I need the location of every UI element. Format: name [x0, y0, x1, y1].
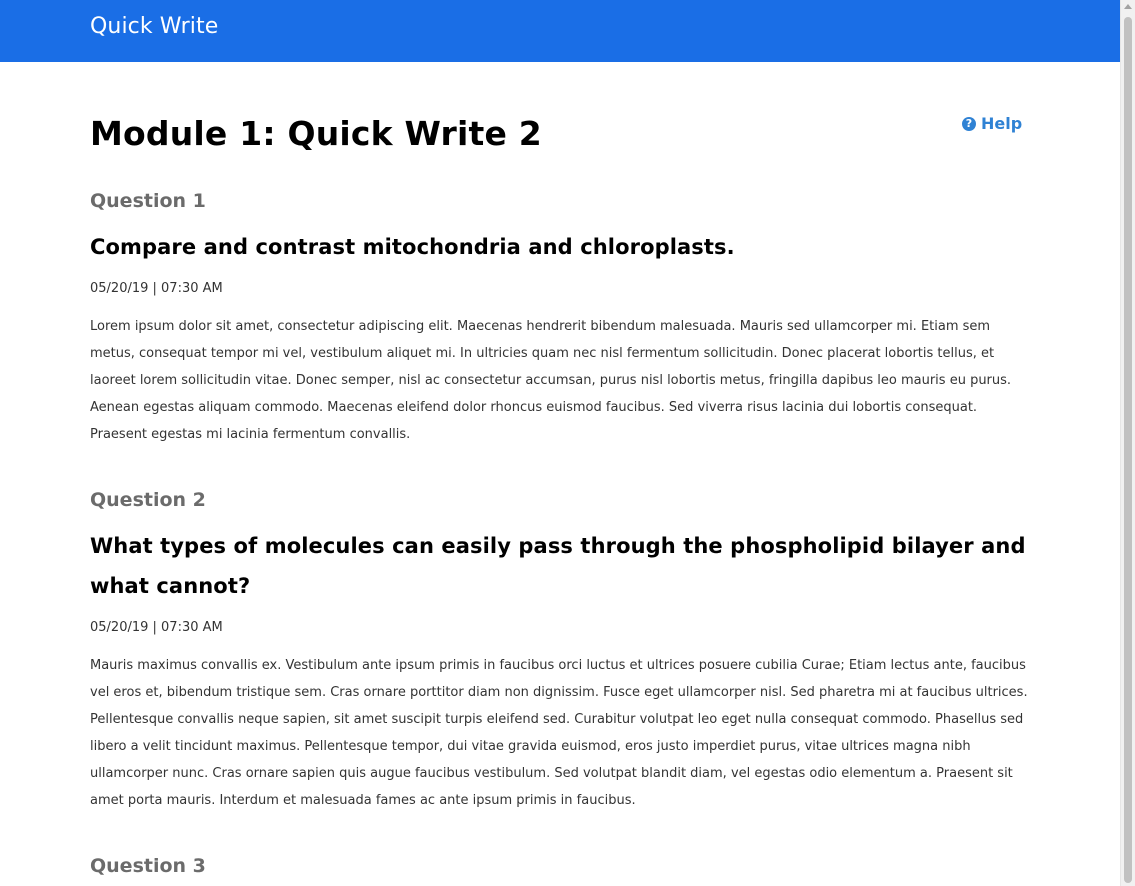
question-label: Question 1 — [90, 190, 206, 212]
page: Quick Write Module 1: Quick Write 2 ? He… — [0, 0, 1135, 886]
scrollbar-thumb[interactable] — [1124, 17, 1132, 883]
question-timestamp: 05/20/19 | 07:30 AM — [90, 620, 223, 635]
page-title: Module 1: Quick Write 2 — [90, 114, 542, 153]
question-label: Question 3 — [90, 855, 206, 877]
question-3: Question 3 — [90, 852, 1030, 880]
question-prompt: Compare and contrast mitochondria and ch… — [90, 235, 735, 259]
app-brand[interactable]: Quick Write — [90, 14, 218, 39]
vertical-scrollbar[interactable] — [1120, 0, 1135, 886]
question-1: Question 1 Compare and contrast mitochon… — [90, 187, 1030, 448]
help-label: Help — [981, 114, 1023, 133]
question-answer: Lorem ipsum dolor sit amet, consectetur … — [90, 319, 1012, 442]
scroll-up-arrow-icon[interactable] — [1124, 4, 1132, 9]
top-navbar: Quick Write — [0, 0, 1120, 62]
question-circle-icon: ? — [962, 116, 976, 131]
help-link[interactable]: ? Help — [962, 114, 1022, 133]
question-timestamp: 05/20/19 | 07:30 AM — [90, 281, 223, 296]
question-2: Question 2 What types of molecules can e… — [90, 486, 1030, 814]
question-prompt: What types of molecules can easily pass … — [90, 534, 1026, 598]
question-label: Question 2 — [90, 489, 206, 511]
question-answer: Mauris maximus convallis ex. Vestibulum … — [90, 658, 1028, 808]
